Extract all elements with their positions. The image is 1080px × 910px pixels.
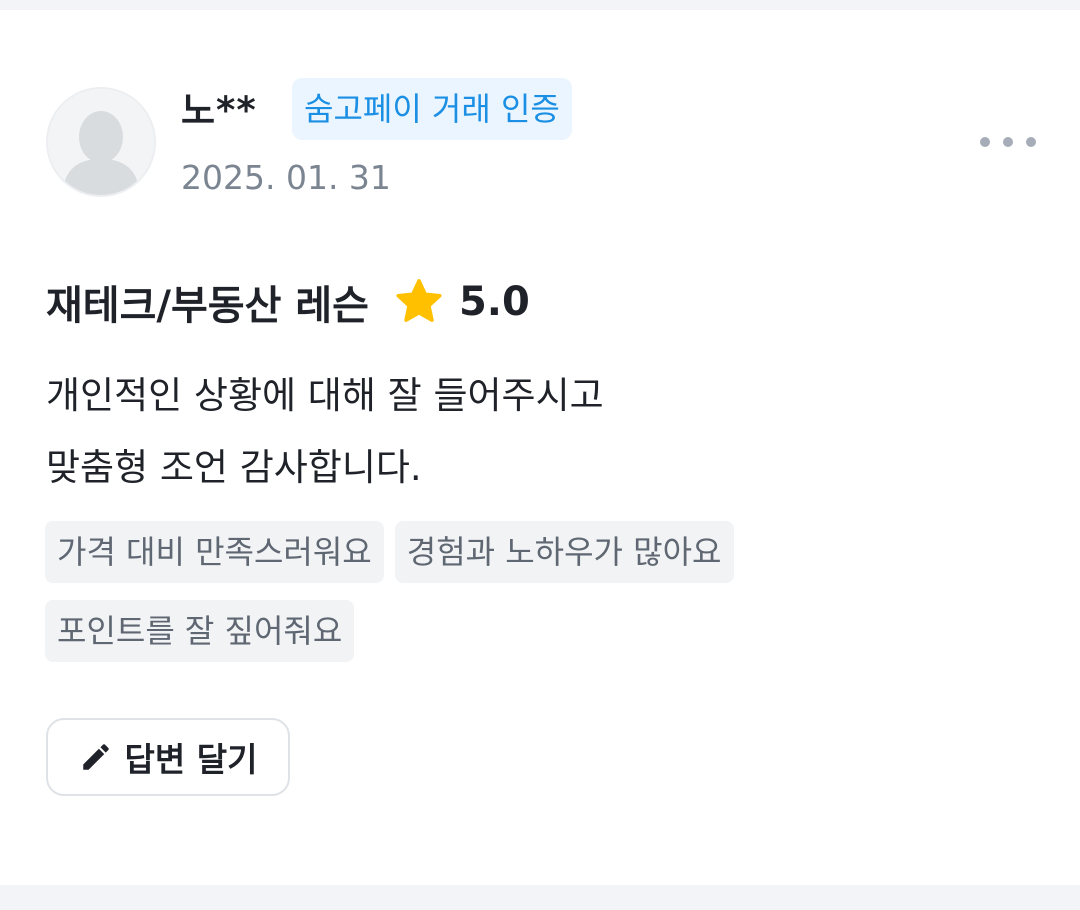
review-text-line: 맞춤형 조언 감사합니다. <box>46 446 422 489</box>
reply-button-label: 답변 달기 <box>124 740 258 779</box>
star-icon <box>396 279 442 322</box>
service-rating-row: 재테크/부동산 레슨 5.0 <box>46 274 530 330</box>
service-title: 재테크/부동산 레슨 <box>46 283 369 329</box>
review-tag: 포인트를 잘 짚어줘요 <box>45 600 355 662</box>
review-text: 개인적인 상황에 대해 잘 들어주시고 맞춤형 조언 감사합니다. <box>46 360 1026 504</box>
more-horizontal-icon <box>1003 137 1013 147</box>
review-tag: 가격 대비 만족스러워요 <box>45 521 384 583</box>
pencil-icon <box>82 744 109 770</box>
review-tag: 경험과 노하우가 많아요 <box>394 521 734 583</box>
avatar <box>46 87 156 197</box>
review-date: 2025. 01. 31 <box>181 158 391 197</box>
reply-button[interactable]: 답변 달기 <box>46 718 290 796</box>
more-horizontal-icon <box>980 137 990 147</box>
more-horizontal-icon <box>1026 137 1036 147</box>
bottom-divider-band <box>0 885 1080 910</box>
more-options-button[interactable] <box>980 126 1036 158</box>
rating-score: 5.0 <box>458 279 530 325</box>
payment-verified-badge: 숨고페이 거래 인증 <box>292 78 572 140</box>
top-divider-band <box>0 0 1080 10</box>
review-text-line: 개인적인 상황에 대해 잘 들어주시고 <box>46 374 604 417</box>
default-user-avatar-icon <box>48 89 154 195</box>
review-tags: 가격 대비 만족스러워요 경험과 노하우가 많아요 포인트를 잘 짚어줘요 <box>45 521 1035 662</box>
reviewer-name: 노** <box>181 89 257 132</box>
